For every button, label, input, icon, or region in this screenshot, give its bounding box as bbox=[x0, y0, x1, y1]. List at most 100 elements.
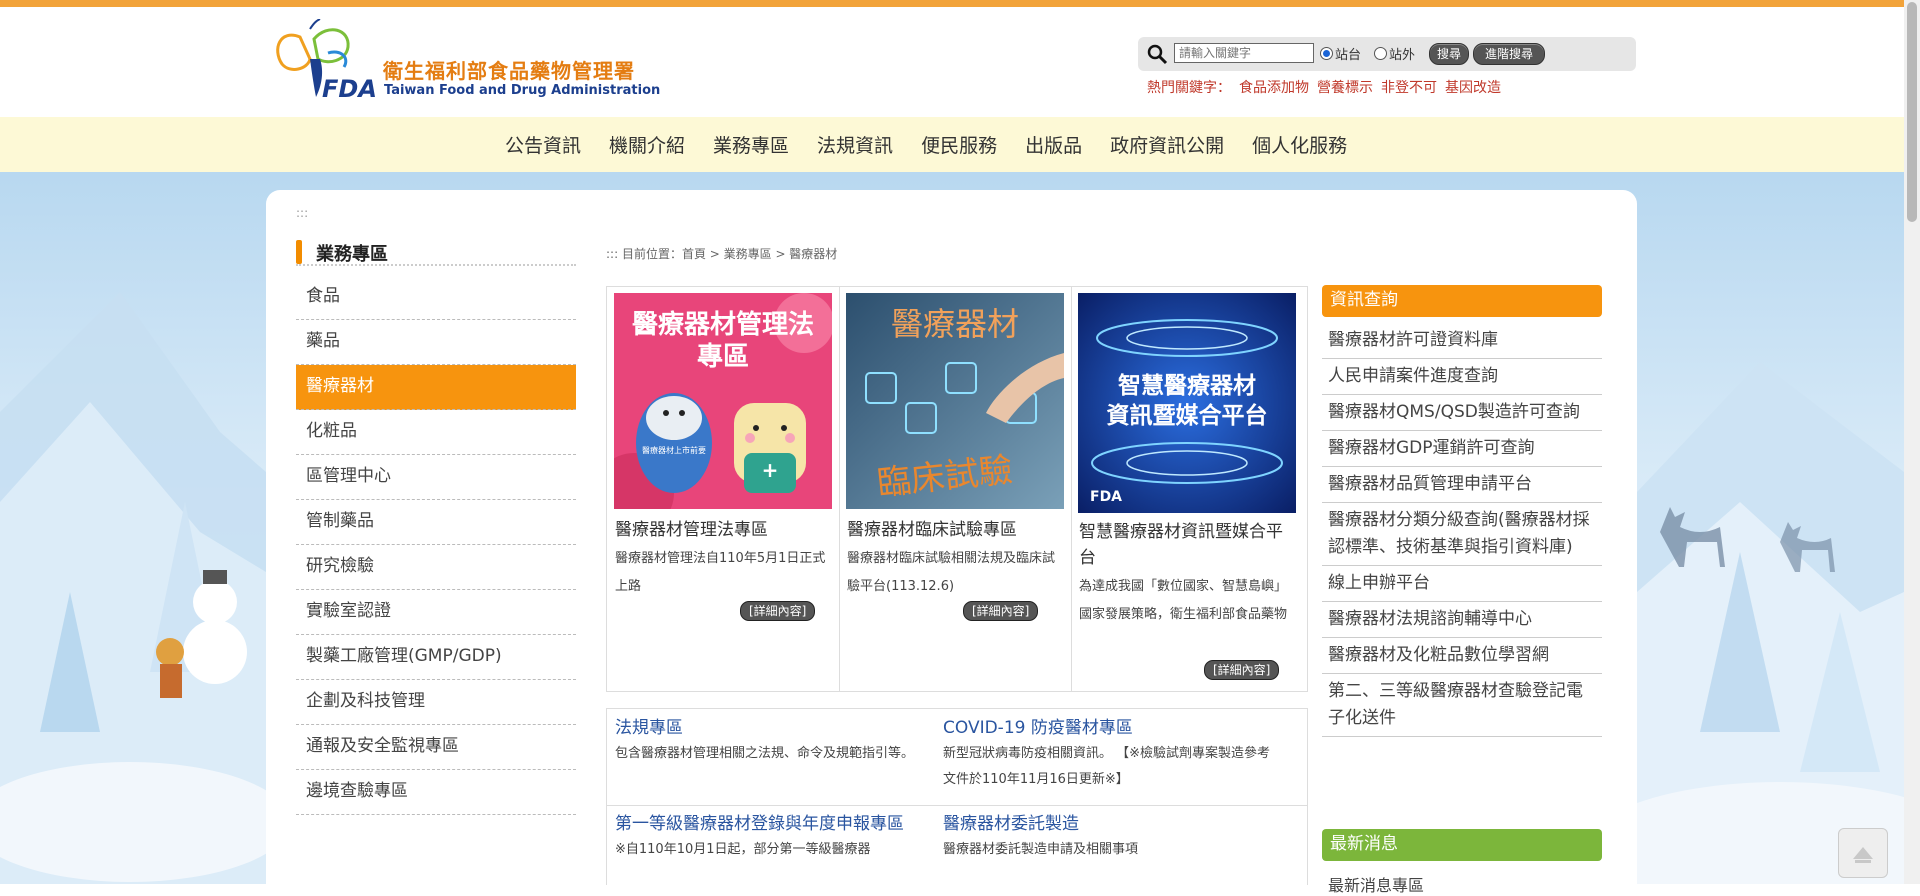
sidebar-menu: 食品 藥品 醫療器材 化粧品 區管理中心 管制藥品 研究檢驗 實驗室認證 製藥工… bbox=[296, 275, 576, 815]
nav-item-gov-info[interactable]: 政府資訊公開 bbox=[1110, 131, 1224, 158]
sidebar-item-border[interactable]: 邊境查驗專區 bbox=[296, 770, 576, 815]
device-law-banner: 醫療器材管理法 專區 + 醫療器材上市前要 bbox=[614, 293, 832, 509]
hot-keyword[interactable]: 營養標示 bbox=[1317, 80, 1373, 96]
news-first-link[interactable]: 最新消息專區 bbox=[1328, 872, 1424, 896]
main-nav: 公告資訊 機關介紹 業務專區 法規資訊 便民服務 出版品 政府資訊公開 個人化服… bbox=[0, 117, 1904, 172]
topic-link-title[interactable]: 法規專區 bbox=[615, 715, 931, 741]
back-to-top-button[interactable] bbox=[1838, 828, 1888, 878]
device-law-banner-line2: 專區 bbox=[697, 342, 749, 372]
sidebar-item-regional-centers[interactable]: 區管理中心 bbox=[296, 455, 576, 500]
topic-link-desc: 醫療器材委託製造申請及相關事項 bbox=[943, 842, 1139, 857]
smart-devices-banner: 智慧醫療器材 資訊暨媒合平台 FDA bbox=[1078, 293, 1296, 513]
nav-item-business[interactable]: 業務專區 bbox=[713, 131, 789, 158]
top-accent-bar bbox=[0, 0, 1904, 7]
topic-link-desc: ※自110年10月1日起，部分第一等級醫療器 bbox=[615, 842, 871, 857]
query-link[interactable]: 醫療器材QMS/QSD製造許可查詢 bbox=[1322, 395, 1602, 431]
sidebar-title: 業務專區 bbox=[296, 238, 576, 266]
news-header: 最新消息 bbox=[1322, 829, 1602, 861]
sidebar-item-drugs[interactable]: 藥品 bbox=[296, 320, 576, 365]
advanced-search-button[interactable]: 進階搜尋 bbox=[1473, 43, 1545, 65]
header: FDA 衛生福利部食品藥物管理署 Taiwan Food and Drug Ad… bbox=[0, 7, 1904, 117]
query-link[interactable]: 第二、三等級醫療器材查驗登記電子化送件 bbox=[1322, 674, 1602, 737]
search-button[interactable]: 搜尋 bbox=[1429, 43, 1469, 65]
query-link[interactable]: 醫療器材法規諮詢輔導中心 bbox=[1322, 602, 1602, 638]
card-description: 為達成我國「數位國家、智慧島嶼」國家發展策略，衛生福利部食品藥物 bbox=[1079, 579, 1288, 622]
topic-link-title[interactable]: 醫療器材委託製造 bbox=[943, 811, 1283, 837]
query-link[interactable]: 醫療器材GDP運銷許可查詢 bbox=[1322, 431, 1602, 467]
sidebar-item-food[interactable]: 食品 bbox=[296, 275, 576, 320]
topic-link-desc: 包含醫療器材管理相關之法規、命令及規範指引等。 bbox=[615, 746, 915, 761]
logo-english-name: Taiwan Food and Drug Administration bbox=[384, 83, 661, 98]
hot-keywords: 熱門關鍵字： 食品添加物 營養標示 非登不可 基因改造 bbox=[1147, 77, 1509, 97]
radio-site-label: 站台 bbox=[1335, 48, 1362, 63]
card-more-button[interactable]: [詳細內容] bbox=[740, 601, 816, 621]
feature-cards: 醫療器材管理法 專區 + 醫療器材上市前要 醫療器材管理法專區 醫療器材管理法自… bbox=[606, 286, 1308, 692]
site-logo[interactable]: FDA 衛生福利部食品藥物管理署 Taiwan Food and Drug Ad… bbox=[270, 19, 660, 103]
hot-keyword[interactable]: 基因改造 bbox=[1445, 80, 1501, 96]
sidebar-item-lab-accreditation[interactable]: 實驗室認證 bbox=[296, 590, 576, 635]
topic-link-class1[interactable]: 第一等級醫療器材登錄與年度申報專區 ※自110年10月1日起，部分第一等級醫療器 bbox=[615, 811, 931, 863]
sidebar-item-safety[interactable]: 通報及安全監視專區 bbox=[296, 725, 576, 770]
plus-icon: + bbox=[762, 458, 779, 482]
device-law-banner-line1: 醫療器材管理法 bbox=[632, 310, 814, 340]
smart-devices-banner-line2: 資訊暨媒合平台 bbox=[1107, 402, 1268, 429]
card-image-smart-devices[interactable]: 智慧醫療器材 資訊暨媒合平台 FDA bbox=[1078, 293, 1296, 513]
info-query-list: 醫療器材許可證資料庫 人民申請案件進度查詢 醫療器材QMS/QSD製造許可查詢 … bbox=[1322, 323, 1602, 737]
search-bar: 站台 站外 搜尋 進階搜尋 bbox=[1138, 37, 1636, 71]
sidebar-item-medical-devices[interactable]: 醫療器材 bbox=[296, 365, 576, 410]
radio-site-dot[interactable] bbox=[1320, 47, 1333, 60]
card-description: 醫療器材臨床試驗相關法規及臨床試驗平台(113.12.6) bbox=[847, 551, 1056, 594]
clinical-trials-banner-title: 醫療器材 bbox=[891, 305, 1019, 343]
sidebar-title-marker bbox=[296, 240, 302, 264]
card-title[interactable]: 智慧醫療器材資訊暨媒合平台 bbox=[1079, 519, 1297, 571]
sidebar-item-research[interactable]: 研究檢驗 bbox=[296, 545, 576, 590]
query-link[interactable]: 線上申辦平台 bbox=[1322, 566, 1602, 602]
topic-link-desc: 新型冠狀病毒防疫相關資訊。 【※檢驗試劑專案製造參考文件於110年11月16日更… bbox=[943, 746, 1271, 787]
nav-item-services[interactable]: 便民服務 bbox=[921, 131, 997, 158]
query-link[interactable]: 醫療器材許可證資料庫 bbox=[1322, 323, 1602, 359]
sidebar-item-planning[interactable]: 企劃及科技管理 bbox=[296, 680, 576, 725]
hot-keyword[interactable]: 非登不可 bbox=[1381, 80, 1437, 96]
card-title[interactable]: 醫療器材管理法專區 bbox=[615, 517, 833, 543]
radio-outside-label: 站外 bbox=[1389, 48, 1416, 63]
sidebar-item-cosmetics[interactable]: 化粧品 bbox=[296, 410, 576, 455]
card-smart-devices[interactable]: 智慧醫療器材 資訊暨媒合平台 FDA 智慧醫療器材資訊暨媒合平台 為達成我國「數… bbox=[1071, 287, 1303, 691]
radio-outside-dot[interactable] bbox=[1374, 47, 1387, 60]
scrollbar-thumb[interactable] bbox=[1907, 2, 1917, 222]
sidebar-item-gmp-gdp[interactable]: 製藥工廠管理(GMP/GDP) bbox=[296, 635, 576, 680]
query-link[interactable]: 醫療器材品質管理申請平台 bbox=[1322, 467, 1602, 503]
card-more-button[interactable]: [詳細內容] bbox=[963, 601, 1039, 621]
hot-keyword[interactable]: 食品添加物 bbox=[1239, 80, 1309, 96]
topic-link-regulations[interactable]: 法規專區 包含醫療器材管理相關之法規、命令及規範指引等。 bbox=[615, 715, 931, 767]
divider bbox=[607, 805, 1307, 806]
card-image-clinical-trials[interactable]: 醫療器材 臨床試驗 bbox=[846, 293, 1064, 509]
card-description: 醫療器材管理法自110年5月1日正式上路 bbox=[615, 551, 826, 594]
card-title[interactable]: 醫療器材臨床試驗專區 bbox=[847, 517, 1065, 543]
nav-item-personal[interactable]: 個人化服務 bbox=[1252, 131, 1347, 158]
search-input[interactable] bbox=[1174, 43, 1314, 63]
topic-link-title[interactable]: COVID-19 防疫醫材專區 bbox=[943, 715, 1283, 741]
topic-link-covid[interactable]: COVID-19 防疫醫材專區 新型冠狀病毒防疫相關資訊。 【※檢驗試劑專案製造… bbox=[943, 715, 1283, 793]
page-scrollbar[interactable] bbox=[1904, 0, 1920, 884]
info-query-header: 資訊查詢 bbox=[1322, 285, 1602, 317]
nav-item-announcements[interactable]: 公告資訊 bbox=[505, 131, 581, 158]
card-clinical-trials[interactable]: 醫療器材 臨床試驗 醫療器材臨床試驗專區 醫療器材臨床試驗相關法規及臨床試驗平台… bbox=[839, 287, 1072, 691]
card-more-button[interactable]: [詳細內容] bbox=[1204, 660, 1280, 680]
topic-link-title[interactable]: 第一等級醫療器材登錄與年度申報專區 bbox=[615, 811, 931, 837]
nav-item-about[interactable]: 機關介紹 bbox=[609, 131, 685, 158]
topic-link-contract-manufacturing[interactable]: 醫療器材委託製造 醫療器材委託製造申請及相關事項 bbox=[943, 811, 1283, 863]
radio-outside[interactable]: 站外 bbox=[1374, 44, 1415, 63]
query-link[interactable]: 人民申請案件進度查詢 bbox=[1322, 359, 1602, 395]
radio-site[interactable]: 站台 bbox=[1320, 44, 1361, 63]
chevron-up-icon bbox=[1853, 847, 1873, 863]
sidebar-item-controlled-drugs[interactable]: 管制藥品 bbox=[296, 500, 576, 545]
query-link[interactable]: 醫療器材及化粧品數位學習網 bbox=[1322, 638, 1602, 674]
nav-item-regulations[interactable]: 法規資訊 bbox=[817, 131, 893, 158]
query-link[interactable]: 醫療器材分類分級查詢(醫療器材採認標準、技術基準與指引資料庫) bbox=[1322, 503, 1602, 566]
nav-item-publications[interactable]: 出版品 bbox=[1025, 131, 1082, 158]
card-device-law[interactable]: 醫療器材管理法 專區 + 醫療器材上市前要 醫療器材管理法專區 醫療器材管理法自… bbox=[607, 287, 840, 691]
logo-fda-text: FDA bbox=[322, 75, 377, 103]
card-image-device-law[interactable]: 醫療器材管理法 專區 + 醫療器材上市前要 bbox=[614, 293, 832, 509]
right-sidebar: 資訊查詢 醫療器材許可證資料庫 人民申請案件進度查詢 醫療器材QMS/QSD製造… bbox=[1322, 285, 1602, 737]
accesskey-dots[interactable]: ::: bbox=[296, 206, 308, 220]
